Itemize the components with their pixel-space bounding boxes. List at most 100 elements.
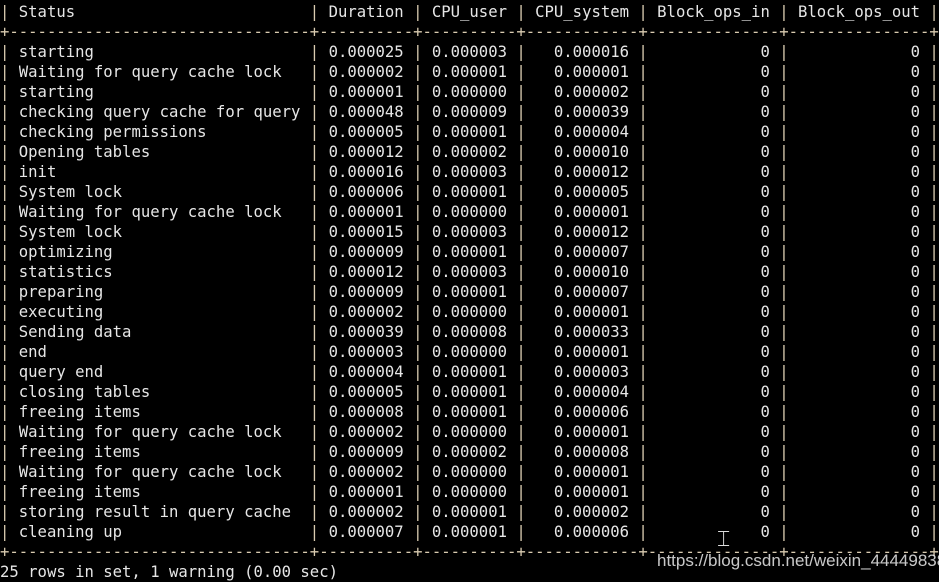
- table-row: | System lock | 0.000015 | 0.000003 | 0.…: [0, 222, 939, 242]
- table-cell: 0.000000: [431, 83, 507, 101]
- column-divider: |: [506, 483, 536, 501]
- table-cell: 0.000001: [431, 383, 507, 401]
- table-row: | Waiting for query cache lock | 0.00000…: [0, 62, 939, 82]
- table-cell: 0.000012: [553, 223, 629, 241]
- column-header: Block_ops_out: [798, 3, 921, 21]
- table-cell: 0.000002: [553, 83, 629, 101]
- column-divider: |: [769, 63, 798, 81]
- table-cell: 0.000002: [328, 503, 404, 521]
- column-header: CPU_system: [535, 3, 629, 21]
- column-divider: |: [0, 63, 19, 81]
- table-cell: 0.000003: [553, 363, 629, 381]
- table-cell: 0: [910, 283, 921, 301]
- table-cell: 0: [760, 423, 770, 441]
- table-cell: 0.000001: [328, 203, 404, 221]
- column-divider: |: [0, 443, 19, 461]
- column-divider: |: [920, 223, 939, 241]
- column-divider: |: [920, 523, 939, 541]
- column-divider: |: [629, 303, 658, 321]
- table-cell: starting: [18, 83, 94, 101]
- column-divider: |: [769, 323, 798, 341]
- table-row: | query end | 0.000004 | 0.000001 | 0.00…: [0, 362, 939, 382]
- column-divider: |: [920, 423, 939, 441]
- table-cell: 0: [910, 423, 921, 441]
- table-row: | Waiting for query cache lock | 0.00000…: [0, 422, 939, 442]
- column-divider: |: [403, 303, 432, 321]
- column-divider: |: [0, 223, 19, 241]
- table-cell: 0.000001: [553, 203, 629, 221]
- column-divider: |: [0, 163, 19, 181]
- column-divider: |: [0, 3, 19, 21]
- column-divider: |: [920, 183, 939, 201]
- column-divider: |: [300, 3, 329, 21]
- column-divider: |: [0, 343, 19, 361]
- column-divider: |: [0, 423, 19, 441]
- table-cell: 0.000001: [431, 243, 507, 261]
- table-row: | end | 0.000003 | 0.000000 | 0.000001 |…: [0, 342, 939, 362]
- table-row: | cleaning up | 0.000007 | 0.000001 | 0.…: [0, 522, 939, 542]
- table-cell: 0.000001: [553, 423, 629, 441]
- table-cell: 0.000000: [431, 463, 507, 481]
- column-divider: |: [769, 463, 798, 481]
- table-cell: 0: [910, 403, 921, 421]
- table-cell: 0.000002: [328, 303, 404, 321]
- column-divider: |: [506, 283, 536, 301]
- column-divider: |: [0, 83, 19, 101]
- column-divider: |: [403, 63, 432, 81]
- table-row: | checking permissions | 0.000005 | 0.00…: [0, 122, 939, 142]
- column-divider: |: [506, 263, 536, 281]
- column-divider: |: [920, 203, 939, 221]
- table-cell: 0.000001: [553, 303, 629, 321]
- column-divider: |: [0, 303, 19, 321]
- column-divider: |: [0, 263, 19, 281]
- table-cell: 0: [910, 363, 921, 381]
- table-cell: 0.000001: [431, 123, 507, 141]
- column-divider: |: [629, 43, 658, 61]
- table-cell: 0: [760, 283, 770, 301]
- table-cell: starting: [18, 43, 94, 61]
- column-divider: |: [506, 523, 536, 541]
- table-row: | closing tables | 0.000005 | 0.000001 |…: [0, 382, 939, 402]
- table-cell: 0.000008: [431, 323, 507, 341]
- column-divider: |: [769, 103, 798, 121]
- column-divider: |: [769, 243, 798, 261]
- column-header: Status: [18, 3, 76, 21]
- column-divider: |: [629, 203, 658, 221]
- column-divider: |: [0, 123, 19, 141]
- table-cell: 0: [760, 223, 770, 241]
- column-divider: |: [920, 3, 939, 21]
- column-divider: |: [629, 423, 658, 441]
- column-divider: |: [506, 503, 536, 521]
- table-cell: 0.000001: [431, 283, 507, 301]
- table-cell: 0: [910, 43, 921, 61]
- column-divider: |: [506, 123, 536, 141]
- table-cell: 0: [760, 523, 770, 541]
- column-divider: |: [769, 143, 798, 161]
- column-divider: |: [629, 223, 658, 241]
- table-cell: 0: [910, 203, 921, 221]
- table-cell: freeing items: [18, 403, 141, 421]
- column-divider: |: [629, 243, 658, 261]
- column-divider: |: [629, 83, 658, 101]
- table-cell: 0.000001: [431, 63, 507, 81]
- table-cell: Waiting for query cache lock: [18, 423, 282, 441]
- table-cell: 0.000039: [328, 323, 404, 341]
- column-divider: |: [506, 343, 536, 361]
- table-cell: 0: [760, 143, 770, 161]
- column-divider: |: [0, 323, 19, 341]
- table-cell: 0.000003: [431, 223, 507, 241]
- column-divider: |: [506, 423, 536, 441]
- column-divider: |: [403, 343, 432, 361]
- table-row: | Waiting for query cache lock | 0.00000…: [0, 462, 939, 482]
- column-divider: |: [629, 123, 658, 141]
- column-divider: |: [300, 403, 329, 421]
- column-divider: |: [920, 323, 939, 341]
- table-cell: 0.000001: [431, 183, 507, 201]
- column-divider: |: [769, 3, 798, 21]
- table-cell: System lock: [18, 223, 123, 241]
- column-divider: |: [920, 63, 939, 81]
- table-cell: Sending data: [18, 323, 132, 341]
- table-cell: 0.000008: [553, 443, 629, 461]
- column-divider: |: [403, 163, 432, 181]
- column-divider: |: [300, 343, 329, 361]
